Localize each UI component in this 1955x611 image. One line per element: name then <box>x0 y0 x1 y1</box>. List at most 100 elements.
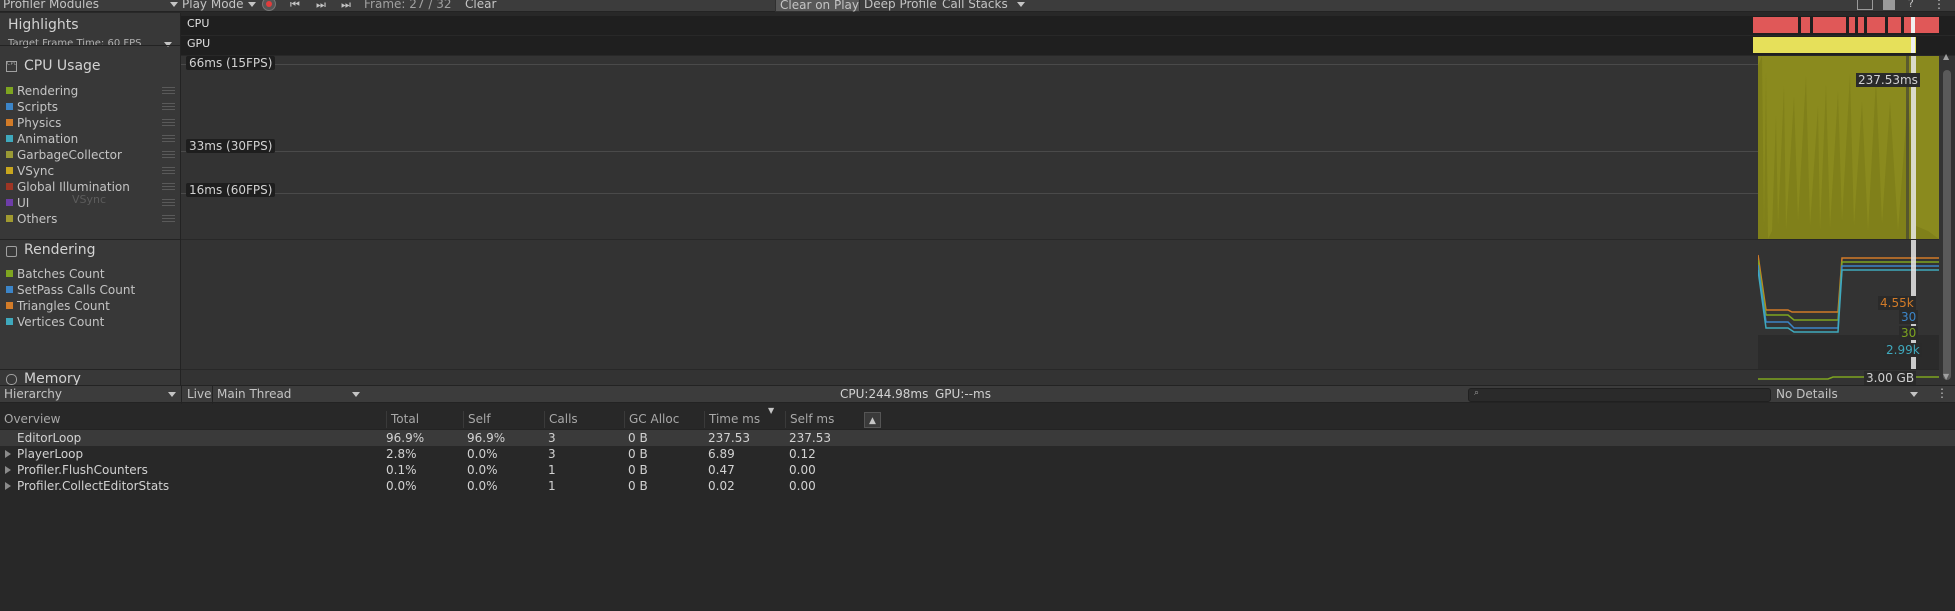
target-frame-dropdown[interactable]: Target Frame Time: 60 FPS <box>8 38 142 49</box>
legend-label: Rendering <box>17 83 79 98</box>
cell-calls: 1 <box>548 463 556 477</box>
rendering-legend-item[interactable]: Triangles Count <box>6 298 110 313</box>
rendering-legend-item[interactable]: SetPass Calls Count <box>6 282 135 297</box>
legend-color-swatch <box>6 183 13 190</box>
deep-profile-toggle[interactable]: Deep Profile <box>864 0 937 12</box>
memory-icon <box>6 374 17 385</box>
legend-color-swatch <box>6 318 13 325</box>
gpu-time-stat: GPU:--ms <box>935 387 991 401</box>
previous-frame-button[interactable]: ⏮ <box>290 0 300 12</box>
help-icon: ? <box>1908 0 1914 10</box>
cpu-usage-chart[interactable]: 66ms (15FPS) 33ms (30FPS) 16ms (60FPS) 2… <box>181 56 1939 239</box>
call-stacks-toggle[interactable]: Call Stacks <box>942 0 1008 12</box>
cell-gc: 0 B <box>628 447 648 461</box>
legend-color-swatch <box>6 199 13 206</box>
details-options-button[interactable]: ⋮ <box>1936 386 1948 400</box>
details-dropdown[interactable]: No Details <box>1776 387 1838 401</box>
view-type-label: Hierarchy <box>4 387 63 401</box>
cpu-legend-item[interactable]: Rendering <box>6 83 181 98</box>
column-header-overview[interactable]: Overview <box>0 411 386 428</box>
drag-handle-icon[interactable] <box>162 183 175 190</box>
drag-handle-icon[interactable] <box>162 151 175 158</box>
drag-handle-icon[interactable] <box>162 103 175 110</box>
cpu-legend-item[interactable]: Physics <box>6 115 181 130</box>
fps-15-label: 66ms (15FPS) <box>186 56 276 70</box>
legend-label: Global Illumination <box>17 179 130 194</box>
cpu-legend-item[interactable]: VSync <box>6 163 181 178</box>
expand-arrow-icon[interactable] <box>5 450 11 458</box>
help-button[interactable]: ? <box>1908 0 1914 10</box>
cell-calls: 3 <box>548 447 556 461</box>
scrollbar-thumb[interactable] <box>1943 70 1951 380</box>
cpu-legend-item[interactable]: Scripts <box>6 99 181 114</box>
clear-button[interactable]: Clear <box>465 0 496 12</box>
expand-arrow-icon[interactable] <box>5 466 11 474</box>
cell-gc: 0 B <box>628 431 648 445</box>
table-row[interactable]: Profiler.FlushCounters 0.1% 0.0% 1 0 B 0.47 0.… <box>0 462 1955 478</box>
table-row[interactable]: EditorLoop 96.9% 96.9% 3 0 B 237.53 237.53 <box>0 430 1955 446</box>
cpu-highlight-label: CPU <box>187 17 210 30</box>
next-frame-button[interactable]: ⏭ <box>316 0 326 12</box>
batches-value-label: 30 <box>1899 326 1919 340</box>
column-header-calls[interactable]: Calls <box>544 411 624 428</box>
cpu-legend-item[interactable]: Global Illumination <box>6 179 181 194</box>
current-frame-button[interactable]: ⏭ <box>341 0 351 12</box>
legend-label: GarbageCollector <box>17 147 122 162</box>
column-header-self[interactable]: Self <box>463 411 544 428</box>
record-button[interactable] <box>262 0 276 11</box>
profiler-modules-dropdown[interactable]: Profiler Modules <box>3 0 99 12</box>
save-button[interactable] <box>1883 0 1895 10</box>
cell-self: 0.0% <box>467 479 498 493</box>
thread-dropdown[interactable]: Main Thread <box>217 387 291 401</box>
drag-handle-icon[interactable] <box>162 135 175 142</box>
more-options-button[interactable]: ⋮ <box>1933 0 1945 11</box>
cpu-usage-title: CPU Usage <box>24 58 101 74</box>
memory-chart[interactable]: 3.00 GB <box>181 370 1939 385</box>
drag-handle-icon[interactable] <box>162 215 175 222</box>
step-back-icon: ⏮ <box>290 0 300 11</box>
target-frame-label: Target Frame Time: 60 FPS <box>8 38 142 49</box>
rendering-legend-item[interactable]: Batches Count <box>6 266 105 281</box>
legend-label: Scripts <box>17 99 59 114</box>
play-mode-dropdown[interactable]: Play Mode <box>182 0 256 12</box>
memory-module[interactable]: Memory <box>0 370 181 385</box>
cell-time: 6.89 <box>708 447 735 461</box>
cell-total: 0.0% <box>386 479 417 493</box>
load-button[interactable] <box>1857 0 1873 10</box>
column-header-gc-alloc[interactable]: GC Alloc <box>624 411 704 428</box>
column-header-self-ms[interactable]: Self ms <box>785 411 864 428</box>
gpu-highlight-label: GPU <box>187 37 211 50</box>
drag-handle-icon[interactable] <box>162 167 175 174</box>
column-options-button[interactable]: ▲ <box>864 412 881 428</box>
cell-gc: 0 B <box>628 479 648 493</box>
cpu-usage-module[interactable]: CPU CPU Usage Rendering Scripts Physics Ani… <box>0 56 181 239</box>
fps-30-label: 33ms (30FPS) <box>186 139 276 153</box>
table-row[interactable]: PlayerLoop 2.8% 0.0% 3 0 B 6.89 0.12 <box>0 446 1955 462</box>
drag-handle-icon[interactable] <box>162 119 175 126</box>
rendering-module[interactable]: Rendering Batches Count SetPass Calls Cou… <box>0 240 181 369</box>
drag-handle-icon[interactable] <box>162 87 175 94</box>
cpu-legend-item[interactable]: Others <box>6 211 181 226</box>
legend-label: Animation <box>17 131 79 146</box>
column-header-total[interactable]: Total <box>386 411 463 428</box>
legend-label: Batches Count <box>17 266 105 281</box>
view-type-dropdown[interactable]: Hierarchy <box>4 387 62 401</box>
gpu-highlight-row: GPU <box>181 36 1955 55</box>
more-vertical-icon: ⋮ <box>1933 0 1945 11</box>
cpu-legend-item[interactable]: GarbageCollector <box>6 147 181 162</box>
chart-scrollbar[interactable]: ▲ ▼ <box>1939 52 1955 385</box>
rendering-legend-item[interactable]: Vertices Count <box>6 314 104 329</box>
live-label: Live <box>187 387 212 401</box>
expand-arrow-icon[interactable] <box>5 482 11 490</box>
chevron-down-icon <box>170 2 178 7</box>
table-row[interactable]: Profiler.CollectEditorStats 0.0% 0.0% 1 0 B 0… <box>0 478 1955 494</box>
drag-handle-icon[interactable] <box>162 199 175 206</box>
cpu-frame-value-label: 237.53ms <box>1856 73 1920 87</box>
live-toggle[interactable]: Live <box>181 386 213 404</box>
clear-on-play-toggle[interactable]: Clear on Play <box>775 0 860 12</box>
cpu-legend-item[interactable]: Animation <box>6 131 181 146</box>
search-input[interactable]: ⌕ <box>1468 388 1771 402</box>
cpu-icon-label: CPU <box>7 61 18 67</box>
legend-label: SetPass Calls Count <box>17 282 136 297</box>
rendering-chart[interactable]: 4.55k 30 30 2.99k <box>181 240 1939 369</box>
